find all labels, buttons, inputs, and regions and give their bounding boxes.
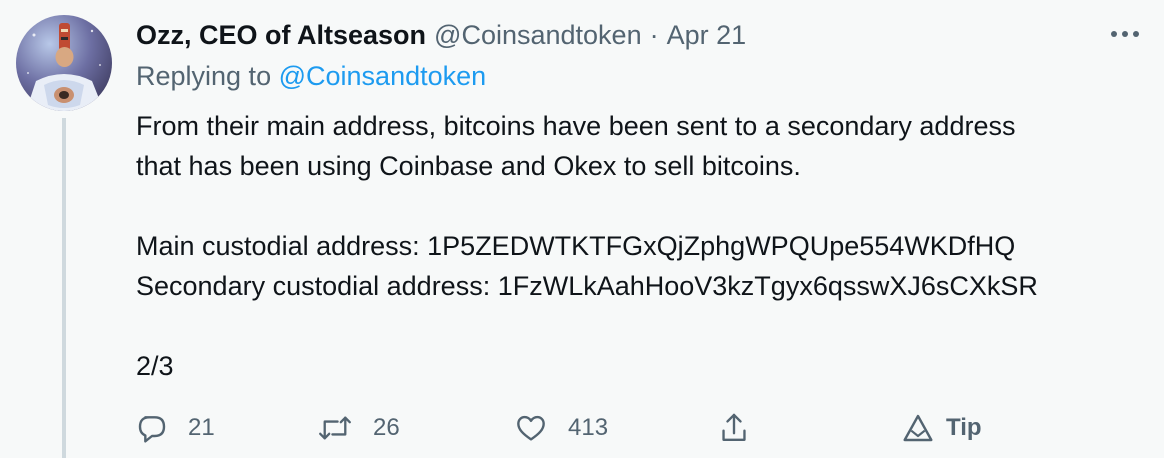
reply-button[interactable]: 21 [136, 407, 215, 449]
thread-line [62, 118, 66, 458]
tweet-text-line: Main custodial address: 1P5ZEDWTKTFGxQjZ… [136, 231, 1016, 261]
like-count: 413 [568, 414, 609, 441]
share-button[interactable] [718, 407, 750, 449]
tweet-text-blank [136, 306, 1146, 346]
tweet-header: Ozz, CEO of Altseason @Coinsandtoken · A… [136, 17, 746, 53]
retweet-icon [319, 416, 351, 440]
replying-to-mention[interactable]: @Coinsandtoken [279, 61, 487, 91]
share-icon [722, 413, 746, 441]
retweet-button[interactable]: 26 [317, 407, 400, 449]
avatar[interactable] [16, 15, 112, 111]
tweet-text: From their main address, bitcoins have b… [136, 106, 1146, 386]
tweet-date[interactable]: Apr 21 [667, 20, 747, 51]
replying-to-label: Replying to [136, 61, 272, 91]
retweet-count: 26 [373, 414, 400, 441]
tweet-text-blank [136, 186, 1146, 226]
tweet-text-line: 2/3 [136, 351, 174, 381]
replying-to: Replying to @Coinsandtoken [136, 61, 486, 92]
tweet-text-line: From their main address, bitcoins have b… [136, 111, 1016, 141]
like-button[interactable]: 413 [514, 407, 608, 449]
reply-icon [138, 416, 166, 443]
tip-button[interactable]: Tip [902, 407, 982, 449]
display-name[interactable]: Ozz, CEO of Altseason [136, 20, 426, 51]
tweet-text-line: Secondary custodial address: 1FzWLkAahHo… [136, 271, 1038, 301]
heart-icon [517, 415, 545, 441]
user-handle[interactable]: @Coinsandtoken [434, 20, 642, 51]
more-options-button[interactable] [1108, 20, 1142, 48]
tweet-text-line: that has been using Coinbase and Okex to… [136, 151, 801, 181]
more-icon [1111, 31, 1139, 37]
separator-dot: · [649, 19, 659, 50]
reply-count: 21 [188, 414, 215, 441]
tip-icon [903, 414, 933, 442]
tip-label: Tip [946, 414, 982, 441]
